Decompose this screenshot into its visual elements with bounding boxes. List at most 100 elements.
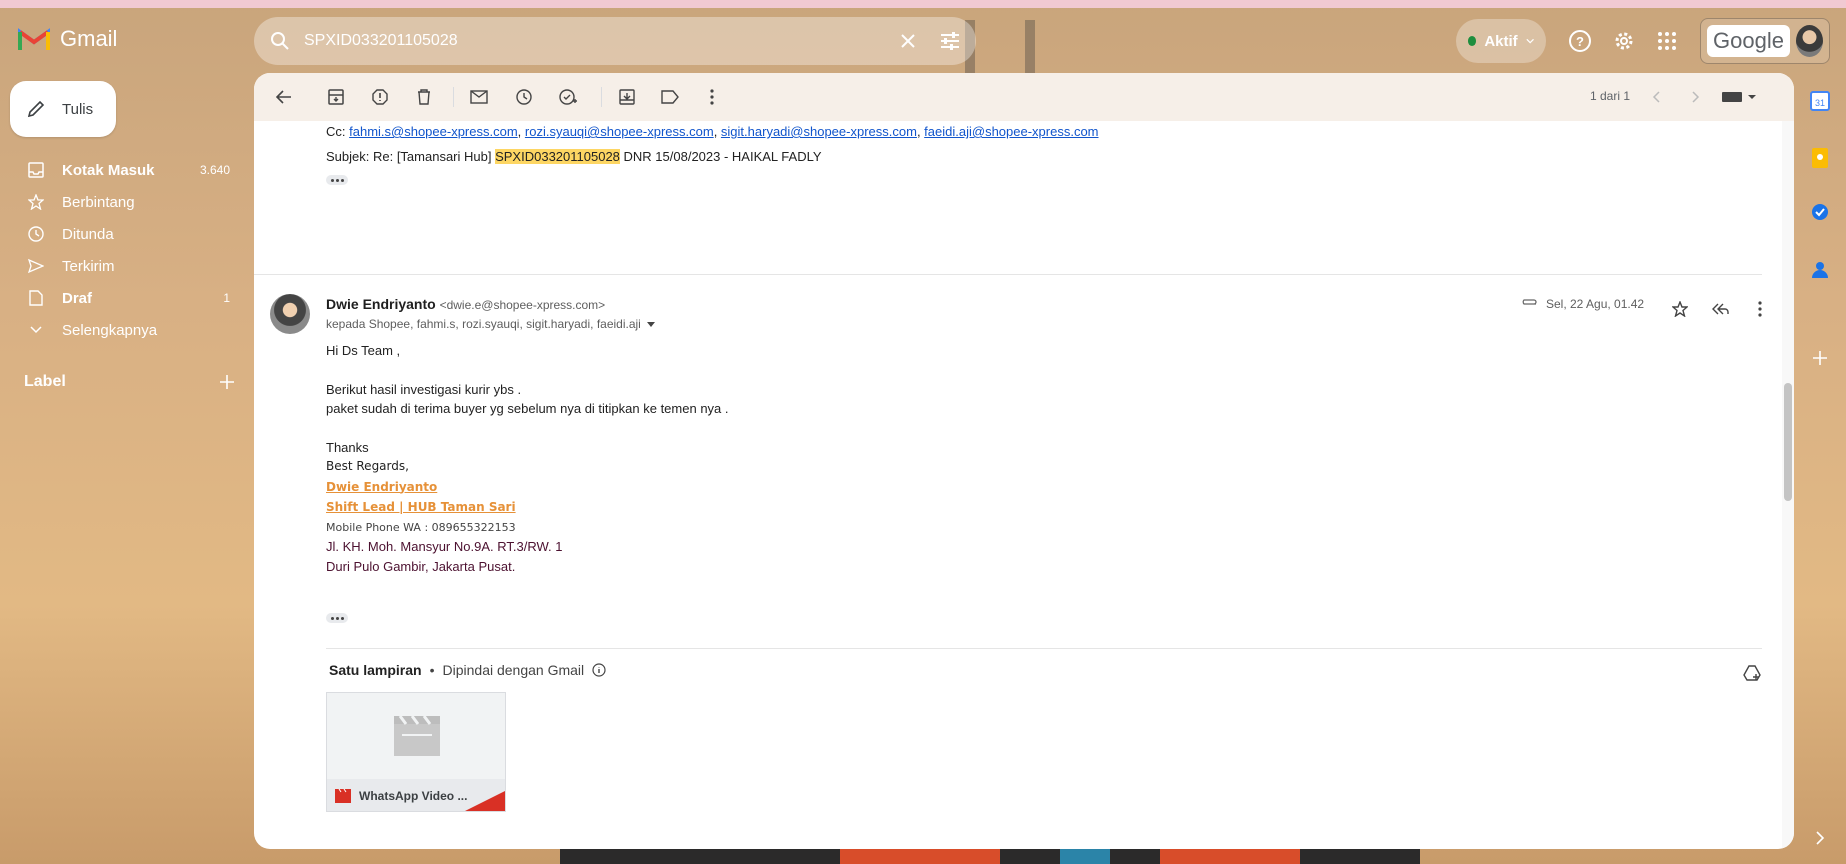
- expand-side-panel-icon[interactable]: [1812, 830, 1828, 846]
- window-top-strip: [0, 0, 1846, 8]
- tasks-icon[interactable]: [1808, 200, 1832, 224]
- more-vert-icon[interactable]: [700, 85, 724, 109]
- message-body: Hi Ds Team , Berikut hasil investigasi k…: [326, 341, 729, 576]
- more-vert-icon[interactable]: [1748, 297, 1772, 321]
- sidebar-item-label: Berbintang: [62, 193, 135, 211]
- signature-title-link[interactable]: Shift Lead | HUB Taman Sari: [326, 500, 516, 514]
- svg-text:?: ?: [1576, 34, 1584, 49]
- label-tag-icon[interactable]: [658, 85, 682, 109]
- body-line: Berikut hasil investigasi kurir ybs .: [326, 381, 522, 397]
- calendar-icon[interactable]: 31: [1808, 89, 1832, 113]
- reply-all-icon[interactable]: [1708, 297, 1732, 321]
- search-input[interactable]: [304, 32, 874, 50]
- attachment-card[interactable]: WhatsApp Video ...: [326, 692, 506, 812]
- gmail-logo[interactable]: Gmail: [18, 26, 117, 52]
- gmail-m-icon: [18, 28, 50, 50]
- sidebar-item-inbox[interactable]: Kotak Masuk 3.640: [0, 154, 244, 186]
- scan-note: Dipindai dengan Gmail: [442, 662, 585, 678]
- apps-grid-icon[interactable]: [1653, 27, 1681, 55]
- cc-email-link[interactable]: faeidi.aji@shopee-xpress.com: [924, 124, 1098, 139]
- sender-avatar[interactable]: [270, 294, 310, 334]
- svg-text:31: 31: [1815, 98, 1825, 108]
- status-button[interactable]: Aktif: [1456, 19, 1546, 63]
- sidebar-item-starred[interactable]: Berbintang: [0, 186, 244, 218]
- add-to-tasks-icon[interactable]: [556, 85, 580, 109]
- star-icon[interactable]: [1668, 297, 1692, 321]
- sender-email: <dwie.e@shopee-xpress.com>: [439, 298, 606, 312]
- sender-line: Dwie Endriyanto <dwie.e@shopee-xpress.co…: [326, 296, 605, 312]
- show-trimmed-content-button[interactable]: [326, 175, 348, 185]
- compose-button[interactable]: Tulis: [10, 81, 116, 137]
- attachments-header: Satu lampiran • Dipindai dengan Gmail: [329, 662, 606, 678]
- back-arrow-icon[interactable]: [272, 85, 296, 109]
- signature-name-link[interactable]: Dwie Endriyanto: [326, 480, 437, 494]
- message-date: Sel, 22 Agu, 01.42: [1546, 297, 1645, 311]
- sidebar-item-label: Draf: [62, 289, 93, 307]
- previous-subject-line: Subjek: Re: [Tamansari Hub] SPXID0332011…: [326, 149, 822, 164]
- labels-section: Label: [24, 373, 234, 391]
- sidebar-item-more[interactable]: Selengkapnya: [0, 314, 244, 346]
- toolbar-divider: [601, 87, 602, 107]
- unread-count: 3.640: [199, 163, 230, 177]
- signature-address: Jl. KH. Moh. Mansyur No.9A. RT.3/RW. 1: [326, 539, 563, 554]
- google-wordmark: Google: [1707, 25, 1790, 57]
- paperclip-icon: [1522, 299, 1537, 305]
- help-icon[interactable]: ?: [1566, 27, 1594, 55]
- clear-search-icon[interactable]: [896, 29, 920, 53]
- previous-cc-line: Cc: fahmi.s@shopee-xpress.com, rozi.syau…: [326, 124, 1099, 139]
- draft-count: 1: [223, 291, 230, 305]
- chevron-down-icon: [26, 320, 46, 340]
- chevron-left-icon[interactable]: [1644, 85, 1668, 109]
- sidebar-item-label: Ditunda: [62, 225, 114, 243]
- snooze-clock-icon[interactable]: [512, 85, 536, 109]
- thanks-text: Thanks: [326, 439, 369, 455]
- pager-text: 1 dari 1: [1590, 89, 1631, 103]
- keep-notes-icon[interactable]: [1808, 146, 1832, 170]
- input-tools-keyboard-icon[interactable]: [1720, 85, 1760, 109]
- message-divider: [254, 274, 1762, 275]
- contacts-icon[interactable]: [1808, 258, 1832, 282]
- caret-down-icon[interactable]: [646, 321, 655, 327]
- mark-unread-icon[interactable]: [467, 85, 491, 109]
- cc-email-link[interactable]: fahmi.s@shopee-xpress.com: [349, 124, 518, 139]
- move-to-icon[interactable]: [615, 85, 639, 109]
- search-bar[interactable]: [254, 17, 976, 65]
- add-addon-icon[interactable]: [1808, 346, 1832, 370]
- sender-name[interactable]: Dwie Endriyanto: [326, 296, 436, 312]
- message-thread: Cc: fahmi.s@shopee-xpress.com, rozi.syau…: [254, 121, 1794, 849]
- chevron-right-icon[interactable]: [1684, 85, 1708, 109]
- search-icon[interactable]: [268, 29, 292, 53]
- account-avatar[interactable]: [1795, 25, 1823, 57]
- scrollbar-thumb[interactable]: [1784, 383, 1792, 501]
- cc-email-link[interactable]: sigit.haryadi@shopee-xpress.com: [721, 124, 917, 139]
- delete-trash-icon[interactable]: [412, 85, 436, 109]
- sidebar-item-snoozed[interactable]: Ditunda: [0, 218, 244, 250]
- add-to-drive-icon[interactable]: [1740, 661, 1764, 685]
- message-toolbar: 1 dari 1: [254, 73, 1794, 121]
- toolbar-divider: [453, 87, 454, 107]
- search-highlight: SPXID033201105028: [495, 149, 620, 164]
- info-icon[interactable]: [592, 663, 606, 677]
- message-pane: 1 dari 1 Cc: fahmi.s@shopee-xpress.com, …: [254, 73, 1794, 849]
- recipients-text: kepada Shopee, fahmi.s, rozi.syauqi, sig…: [326, 317, 641, 331]
- bullet-separator: •: [429, 662, 435, 678]
- signature-phone: Mobile Phone WA : 089655322153: [326, 520, 516, 534]
- show-trimmed-content-button[interactable]: [326, 613, 348, 623]
- sidebar-item-drafts[interactable]: Draf 1: [0, 282, 244, 314]
- inbox-icon: [26, 160, 46, 180]
- message-scrollbar[interactable]: [1782, 121, 1794, 849]
- compose-label: Tulis: [62, 100, 94, 118]
- search-options-icon[interactable]: [938, 29, 962, 53]
- sidebar-item-sent[interactable]: Terkirim: [0, 250, 244, 282]
- attachments-divider: [326, 648, 1762, 649]
- cc-email-link[interactable]: rozi.syauqi@shopee-xpress.com: [525, 124, 714, 139]
- settings-gear-icon[interactable]: [1610, 27, 1638, 55]
- recipients-line[interactable]: kepada Shopee, fahmi.s, rozi.syauqi, sig…: [326, 317, 655, 331]
- report-spam-icon[interactable]: [368, 85, 392, 109]
- cc-prefix: Cc:: [326, 124, 346, 139]
- archive-icon[interactable]: [324, 85, 348, 109]
- account-switcher[interactable]: Google: [1700, 18, 1830, 64]
- video-clip-icon: [335, 789, 351, 803]
- send-icon: [26, 256, 46, 276]
- add-label-icon[interactable]: [220, 375, 234, 389]
